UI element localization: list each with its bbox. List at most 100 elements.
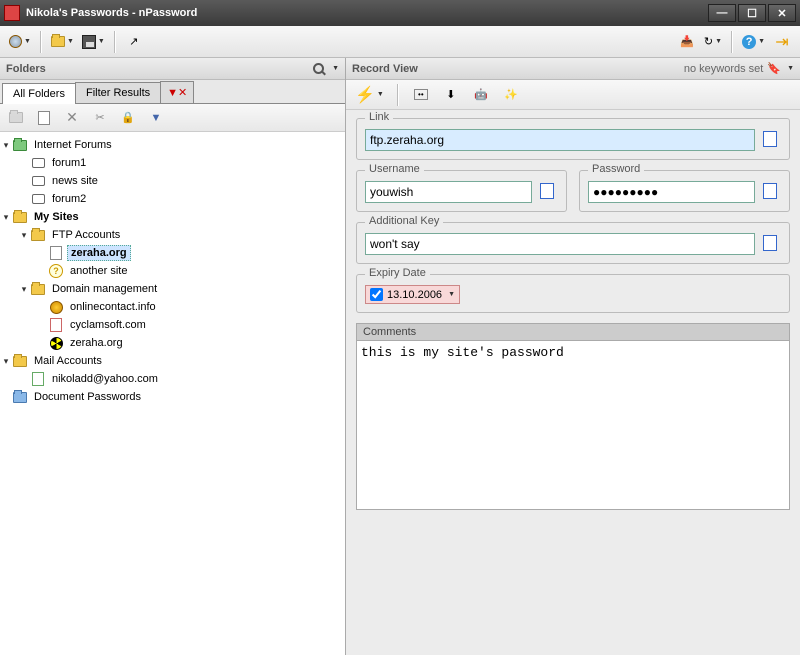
open-button[interactable]: ▼ [48,30,77,54]
copy-password-button[interactable] [761,182,781,202]
tree-node[interactable]: cyclamsoft.com [0,316,345,334]
record-menu-arrow[interactable]: ▼ [787,65,794,72]
tree-label[interactable]: zeraha.org [67,245,131,261]
tree-label[interactable]: another site [67,264,130,278]
tree-label[interactable]: zeraha.org [67,336,126,350]
page-icon [48,245,64,261]
maximize-button[interactable]: ☐ [738,4,766,22]
app-icon [4,5,20,21]
refresh-button[interactable]: ↻▼ [701,30,725,54]
tree-node[interactable]: ▾ Domain management [0,280,345,298]
title-bar: Nikola's Passwords - nPassword — ☐ ✕ [0,0,800,26]
tree-label[interactable]: news site [49,174,101,188]
new-record-button[interactable] [32,106,56,130]
rad-icon [48,335,64,351]
separator [114,31,116,53]
tree-node[interactable]: onlinecontact.info [0,298,345,316]
tab-clear-filter[interactable]: ▼✕ [160,81,194,103]
tree-node[interactable]: nikoladd@yahoo.com [0,370,345,388]
close-button[interactable]: ✕ [768,4,796,22]
link-input[interactable] [365,129,755,151]
folders-menu-arrow[interactable]: ▼ [332,65,339,72]
record-form: Link Username Password [346,110,800,521]
delete-button[interactable]: ✕ [60,106,84,130]
filter-button[interactable]: ▼ [144,106,168,130]
keywords-icon[interactable]: 🔖 [767,62,781,75]
username-group: Username [356,170,567,212]
new-db-button[interactable]: ▼ [6,30,34,54]
expiry-group: Expiry Date 13.10.2006 ▼ [356,274,790,313]
search-icon[interactable] [313,63,324,74]
import-button[interactable]: 📥 [675,30,699,54]
agent-button[interactable]: 🤖 [469,83,493,107]
tab-all-folders[interactable]: All Folders [2,83,76,104]
tree-label[interactable]: forum1 [49,156,89,170]
tree-toggle[interactable]: ▾ [18,284,30,295]
tab-filter-results[interactable]: Filter Results [75,82,161,103]
chat-icon [30,155,46,171]
tree-label[interactable]: Mail Accounts [31,354,105,368]
new-folder-button[interactable] [4,106,28,130]
tree-toggle[interactable]: ▾ [0,356,12,367]
folder-icon [12,353,28,369]
link-label: Link [365,111,393,123]
download-button[interactable]: ⬇ [439,83,463,107]
username-input[interactable] [365,181,532,203]
tree-node[interactable]: ▾ My Sites [0,208,345,226]
tree-node[interactable]: forum2 [0,190,345,208]
tree-label[interactable]: Document Passwords [31,390,144,404]
help-button[interactable]: ?▼ [739,30,768,54]
quick-action-button[interactable]: ⚡▼ [352,83,387,107]
copy-link-button[interactable] [761,130,781,150]
popout-button[interactable]: ↗ [122,30,146,54]
folder-toolbar: ✕ ✂ 🔒 ▼ [0,104,345,132]
save-button[interactable]: ▼ [79,30,108,54]
lock-button[interactable]: 🔒 [116,106,140,130]
tree-toggle[interactable]: ▾ [0,140,12,151]
tree-node[interactable]: ▾ Mail Accounts [0,352,345,370]
minimize-button[interactable]: — [708,4,736,22]
tree-label[interactable]: forum2 [49,192,89,206]
record-title: Record View [352,63,418,75]
expiry-date[interactable]: 13.10.2006 [387,289,442,301]
exit-button[interactable]: ⇥ [770,30,794,54]
tree-toggle[interactable]: ▾ [0,212,12,223]
folder-icon [30,281,46,297]
record-toolbar: ⚡▼ •• ⬇ 🤖 ✨ [346,80,800,110]
copy-username-button[interactable] [538,182,558,202]
tree-node[interactable]: Document Passwords [0,388,345,406]
separator [397,84,399,106]
folder-blue-icon [12,389,28,405]
expiry-checkbox[interactable] [370,288,383,301]
tree-label[interactable]: nikoladd@yahoo.com [49,372,161,386]
tree-node[interactable]: news site [0,172,345,190]
tree-node[interactable]: ?another site [0,262,345,280]
tree-label[interactable]: Internet Forums [31,138,115,152]
comments-textarea[interactable] [356,340,790,510]
tree-label[interactable]: cyclamsoft.com [67,318,149,332]
tree-node[interactable]: ▾ FTP Accounts [0,226,345,244]
tree-node[interactable]: forum1 [0,154,345,172]
username-label: Username [365,163,424,175]
folder-icon [12,209,28,225]
tree-label[interactable]: onlinecontact.info [67,300,159,314]
tree-label[interactable]: Domain management [49,282,160,296]
chevron-down-icon[interactable]: ▼ [448,291,455,298]
generate-password-button[interactable]: ✨ [499,83,523,107]
additional-key-group: Additional Key [356,222,790,264]
password-input[interactable] [588,181,755,203]
tree-node[interactable]: ▾ Internet Forums [0,136,345,154]
reveal-password-button[interactable]: •• [409,83,433,107]
tree-label[interactable]: FTP Accounts [49,228,123,242]
record-header: Record View no keywords set 🔖 ▼ [346,58,800,80]
tree-node[interactable]: zeraha.org [0,334,345,352]
password-group: Password [579,170,790,212]
tree-node[interactable]: zeraha.org [0,244,345,262]
folder-tree[interactable]: ▾Internet Forumsforum1news siteforum2▾My… [0,132,345,655]
tree-toggle[interactable]: ▾ [18,230,30,241]
additional-key-input[interactable] [365,233,755,255]
copy-addkey-button[interactable] [761,234,781,254]
cut-button[interactable]: ✂ [88,106,112,130]
tree-label[interactable]: My Sites [31,210,82,224]
expiry-picker[interactable]: 13.10.2006 ▼ [365,285,460,304]
